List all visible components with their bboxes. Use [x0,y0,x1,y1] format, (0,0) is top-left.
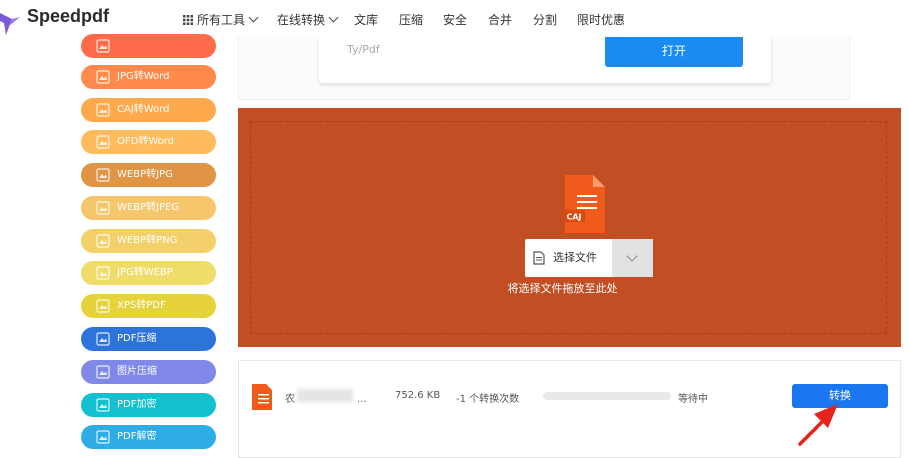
sidebar-tool-label: XPS转PDF [117,300,166,311]
choose-file-group: 选择文件 [525,239,653,277]
tool-icon [96,135,110,149]
status-text: 等待中 [678,394,708,405]
sidebar-tool-label: OFD转Word [117,136,175,147]
sidebar-tool-item[interactable]: PDF加密 [81,393,216,417]
upper-panel: Ty/Pdf 打开 [238,37,850,100]
pdf-file-icon [252,384,272,410]
tool-icon [96,39,110,53]
nav-all-tools[interactable]: 所有工具 [183,11,259,28]
tool-icon [96,70,110,84]
sidebar-tool-item[interactable]: WEBP转JPG [81,163,216,187]
tool-sidebar: JPG转Word CAJ转Word OFD转Word WEBP转JPG WEBP转JPE… [0,34,228,458]
sidebar-tool-label: WEBP转JPEG [117,202,180,213]
sidebar-tool-label: PDF加密 [117,399,157,410]
sidebar-tool-item[interactable]: JPG转WEBP [81,261,216,285]
tool-icon [96,365,110,379]
sidebar-tool-item[interactable]: OFD转Word [81,130,216,154]
tool-icon [96,168,110,182]
tool-icon [96,332,110,346]
sidebar-tool-item[interactable]: JPG转Word [81,65,216,89]
caj-file-icon: CAJ [563,175,605,233]
conversion-count: -1 个转换次数 [456,394,520,405]
tool-icon [96,103,110,117]
nav-compress[interactable]: 压缩 [399,11,423,28]
sidebar-tool-label: JPG转Word [117,71,170,82]
dropzone-border: CAJ 选择文件 将选择文件拖放至此处 [250,121,887,334]
nav-split[interactable]: 分割 [533,11,557,28]
upload-dropzone[interactable]: CAJ 选择文件 将选择文件拖放至此处 [238,108,901,347]
chevron-down-icon [328,12,339,23]
progress-bar [543,392,671,400]
nav-library[interactable]: 文库 [354,11,378,28]
chevron-down-icon [626,250,638,262]
chevron-down-icon [248,12,259,23]
tool-icon [96,234,110,248]
sidebar-tool-label: CAJ转Word [117,104,170,115]
sidebar-tool-label: 图片压缩 [117,366,157,377]
nav-label: 所有工具 [197,13,246,27]
sidebar-tool-label: PDF解密 [117,431,157,442]
sidebar-tool-item[interactable]: 图片压缩 [81,360,216,384]
choose-file-button[interactable]: 选择文件 [525,239,612,277]
logo-icon[interactable] [0,5,20,35]
tool-icon [96,266,110,280]
nav-promotion[interactable]: 限时优惠 [577,11,625,28]
drop-hint-text: 将选择文件拖放至此处 [507,282,618,295]
file-list-panel: 农... 752.6 KB -1 个转换次数 等待中 转换 [238,360,901,458]
tool-icon [96,398,110,412]
tool-icon [96,299,110,313]
sidebar-tool-item[interactable] [81,34,216,58]
url-input[interactable]: Ty/Pdf [347,43,380,56]
url-input-card: Ty/Pdf 打开 [319,37,771,83]
choose-source-dropdown[interactable] [612,239,653,277]
nav-security[interactable]: 安全 [443,11,467,28]
sidebar-tool-item[interactable]: CAJ转Word [81,98,216,122]
tool-icon [96,430,110,444]
sidebar-tool-item[interactable]: PDF解密 [81,425,216,449]
file-size: 752.6 KB [395,390,441,401]
nav-label: 在线转换 [277,13,326,27]
sidebar-tool-label: JPG转WEBP [117,267,173,278]
nav-online-convert[interactable]: 在线转换 [277,11,339,28]
sidebar-tool-item[interactable]: PDF压缩 [81,327,216,351]
sidebar-tool-label: PDF压缩 [117,333,157,344]
sidebar-tool-item[interactable]: XPS转PDF [81,294,216,318]
sidebar-tool-item[interactable]: WEBP转PNG [81,229,216,253]
grid-icon [183,15,193,25]
choose-file-label: 选择文件 [553,251,597,264]
tool-icon [96,201,110,215]
sidebar-tool-label: WEBP转PNG [117,235,178,246]
open-button[interactable]: 打开 [605,37,743,67]
sidebar-tool-label: WEBP转JPG [117,169,173,180]
convert-button[interactable]: 转换 [792,384,888,408]
file-name-redaction [297,389,353,402]
nav-merge[interactable]: 合并 [488,11,512,28]
file-type-label: CAJ [566,213,581,222]
sidebar-tool-item[interactable]: WEBP转JPEG [81,196,216,220]
document-icon [533,251,545,265]
brand-name[interactable]: Speedpdf [27,6,109,27]
top-nav: Speedpdf 所有工具 在线转换 文库 压缩 安全 合并 分割 限时优惠 [0,0,909,37]
